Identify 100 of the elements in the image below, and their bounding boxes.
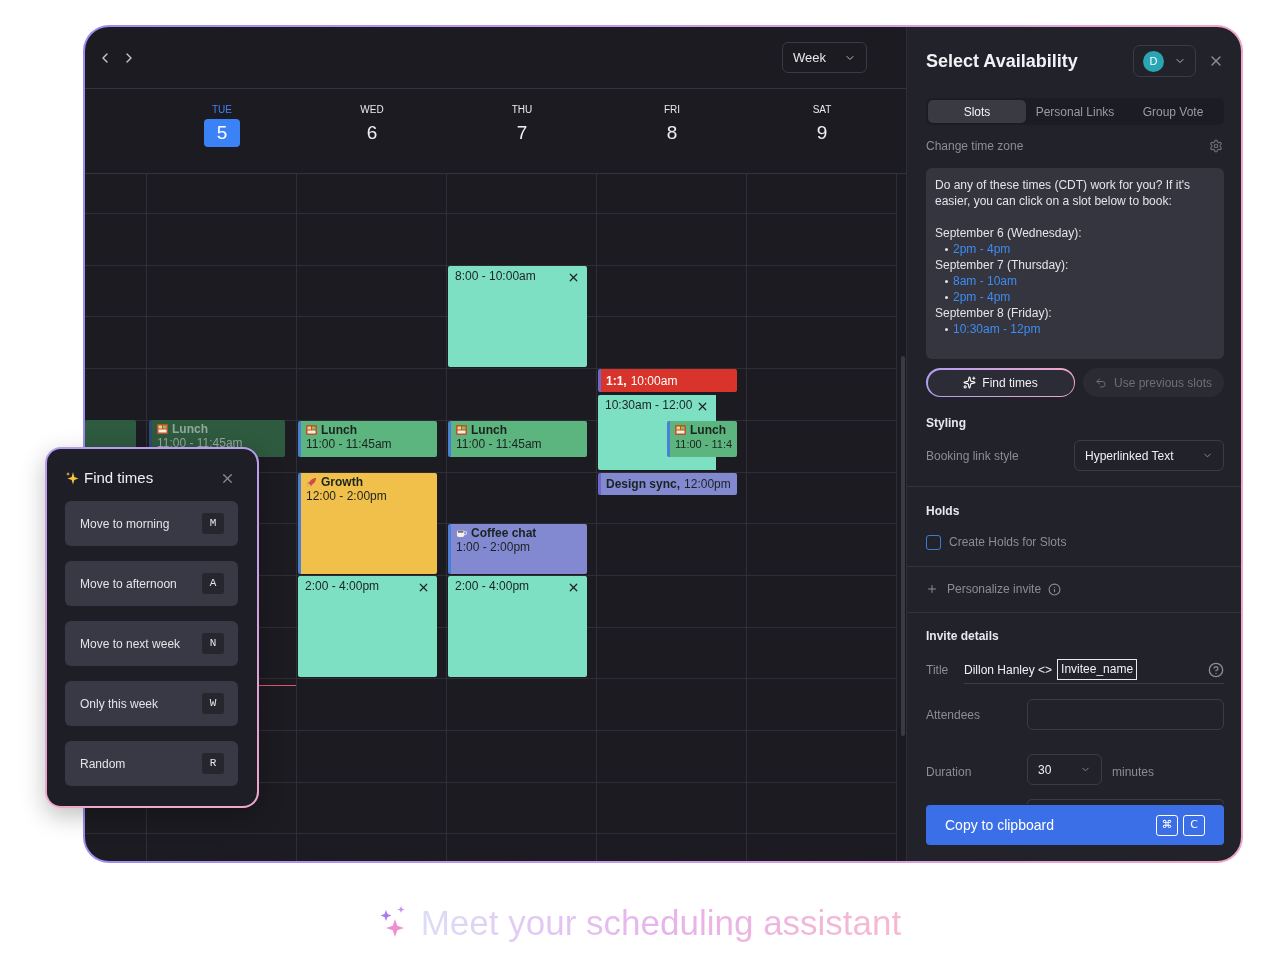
field-label: Duration — [926, 763, 973, 781]
message-date: September 6 (Wednesday): — [935, 225, 1083, 241]
calendar-event[interactable]: Lunch 11:00 - 11:45am — [448, 421, 587, 457]
find-times-option[interactable]: Move to morning M — [65, 501, 238, 546]
shortcut-key: C — [1183, 814, 1205, 836]
find-times-option[interactable]: Move to afternoon A — [65, 561, 238, 606]
bento-icon — [456, 425, 467, 435]
tab[interactable]: Personal Links — [1026, 100, 1124, 123]
title-field[interactable]: Dillon Hanley <> Invitee_name — [964, 656, 1224, 684]
date-number: 9 — [815, 121, 829, 145]
bullet-icon — [945, 327, 948, 331]
close-icon[interactable] — [567, 271, 580, 284]
day-header[interactable]: TUE 5 — [147, 89, 297, 173]
find-times-option[interactable]: Move to next week N — [65, 621, 238, 666]
close-icon[interactable] — [567, 581, 580, 594]
close-icon[interactable] — [417, 581, 430, 594]
undo-icon — [1094, 376, 1107, 389]
time-slot[interactable]: 2:00 - 4:00pm — [448, 576, 587, 677]
field-label: Title — [926, 662, 950, 679]
event-title: Coffee chat — [471, 526, 537, 540]
coffee-cup-icon — [456, 528, 467, 538]
timezone-link[interactable]: Change time zone — [926, 137, 1024, 155]
event-time: 12:00 - 2:00pm — [306, 489, 388, 503]
event-title: Growth — [321, 475, 363, 489]
weekday-label: TUE — [212, 104, 232, 116]
time-slot[interactable]: 10:30am - 12:00 Lunch 11:00 - 11:4 — [598, 395, 737, 470]
sparkle-icon — [65, 471, 79, 485]
day-header[interactable]: WED 6 — [297, 89, 447, 173]
event-time: 12:00pm — [684, 476, 731, 493]
avatar: D — [1143, 50, 1164, 72]
attendees-field[interactable] — [1027, 699, 1224, 730]
checkbox[interactable] — [926, 534, 941, 550]
slot-time: 2:00 - 4:00pm — [305, 579, 380, 594]
event-title: Design sync, — [606, 476, 681, 493]
day-header[interactable]: THU 7 — [447, 89, 597, 173]
close-icon[interactable] — [696, 400, 709, 413]
checkbox-label: Create Holds for Slots — [949, 534, 1067, 551]
event-title: Lunch — [690, 423, 726, 437]
variable-token: Invitee_name — [1057, 659, 1138, 680]
time-slot[interactable]: 8:00 - 10:00am — [448, 266, 587, 367]
section-heading: Holds — [926, 503, 961, 519]
view-dropdown[interactable]: Week — [782, 42, 867, 73]
shortcut-key: M — [202, 513, 224, 534]
rocket-icon — [306, 476, 317, 488]
duration-unit: minutes — [1112, 763, 1155, 781]
event-time: 11:00 - 11:45am — [306, 437, 393, 451]
slot-time: 10:30am - 12:00 — [605, 398, 693, 413]
date-number: 8 — [665, 121, 679, 145]
find-times-option[interactable]: Only this week W — [65, 681, 238, 726]
sparkles-icon — [963, 376, 977, 389]
event-time: 10:00am — [630, 372, 678, 390]
event-time: 1:00 - 2:00pm — [456, 540, 532, 554]
calendar-event[interactable]: Lunch 11:00 - 11:45am — [298, 421, 437, 457]
slot-time: 8:00 - 10:00am — [455, 269, 536, 284]
field-label: Attendees — [926, 706, 982, 724]
section-heading: Invite details — [926, 628, 1000, 644]
calendar-event[interactable]: 1:1, 10:00am — [598, 369, 737, 392]
event-title: Lunch — [321, 423, 357, 437]
calendar-event[interactable]: Coffee chat 1:00 - 2:00pm — [448, 524, 587, 574]
slot-link[interactable]: 8am - 10am — [953, 273, 1018, 289]
info-icon[interactable] — [1048, 582, 1062, 596]
time-slot[interactable]: 2:00 - 4:00pm — [298, 576, 437, 677]
message-date: September 7 (Thursday): — [935, 257, 1070, 273]
event-time: 11:00 - 11:45am — [456, 437, 543, 451]
tab[interactable]: Slots — [928, 100, 1026, 123]
settings-icon[interactable] — [1209, 139, 1223, 153]
day-header[interactable]: FRI 8 — [597, 89, 747, 173]
tab[interactable]: Group Vote — [1124, 100, 1222, 123]
calendar-event[interactable]: Growth 12:00 - 2:00pm — [298, 473, 437, 574]
duration-dropdown[interactable]: 30 — [1027, 754, 1102, 785]
weekday-label: WED — [360, 104, 384, 116]
find-times-button[interactable]: Find times — [926, 368, 1075, 397]
shortcut-key: R — [202, 753, 224, 774]
event-time: 11:00 - 11:45am — [157, 436, 244, 450]
date-number: 7 — [515, 121, 529, 145]
message-intro: Do any of these times (CDT) work for you? If it's easier, you can click on a slot below to book: — [935, 177, 1192, 209]
event-title: Lunch — [172, 422, 208, 436]
link-style-dropdown[interactable]: Hyperlinked Text — [1074, 440, 1224, 471]
event-title: Lunch — [471, 423, 507, 437]
popup-title: Find times — [84, 467, 154, 488]
slot-link[interactable]: 10:30am - 12pm — [953, 321, 1041, 337]
calendar-event[interactable]: Design sync, 12:00pm — [598, 473, 737, 495]
help-icon[interactable] — [1208, 661, 1224, 678]
bento-icon — [157, 424, 168, 434]
weekday-label: SAT — [812, 104, 832, 116]
shortcut-key: N — [202, 633, 224, 654]
event-time: 11:00 - 11:4 — [675, 437, 734, 451]
calendar-event[interactable]: Lunch 11:00 - 11:4 — [667, 421, 737, 457]
copy-to-clipboard-button[interactable]: Copy to clipboard ⌘ C — [926, 805, 1224, 845]
shortcut-key: W — [202, 693, 224, 714]
plus-icon[interactable] — [926, 583, 938, 595]
bullet-icon — [945, 247, 948, 251]
personalize-invite-link[interactable]: Personalize invite — [947, 580, 1042, 598]
find-times-option[interactable]: Random R — [65, 741, 238, 786]
slot-time: 2:00 - 4:00pm — [455, 579, 530, 594]
slot-link[interactable]: 2pm - 4pm — [953, 289, 1011, 305]
day-header[interactable]: SAT 9 — [747, 89, 897, 173]
slot-link[interactable]: 2pm - 4pm — [953, 241, 1011, 257]
bento-icon — [675, 425, 686, 435]
date-number: 5 — [204, 119, 240, 147]
